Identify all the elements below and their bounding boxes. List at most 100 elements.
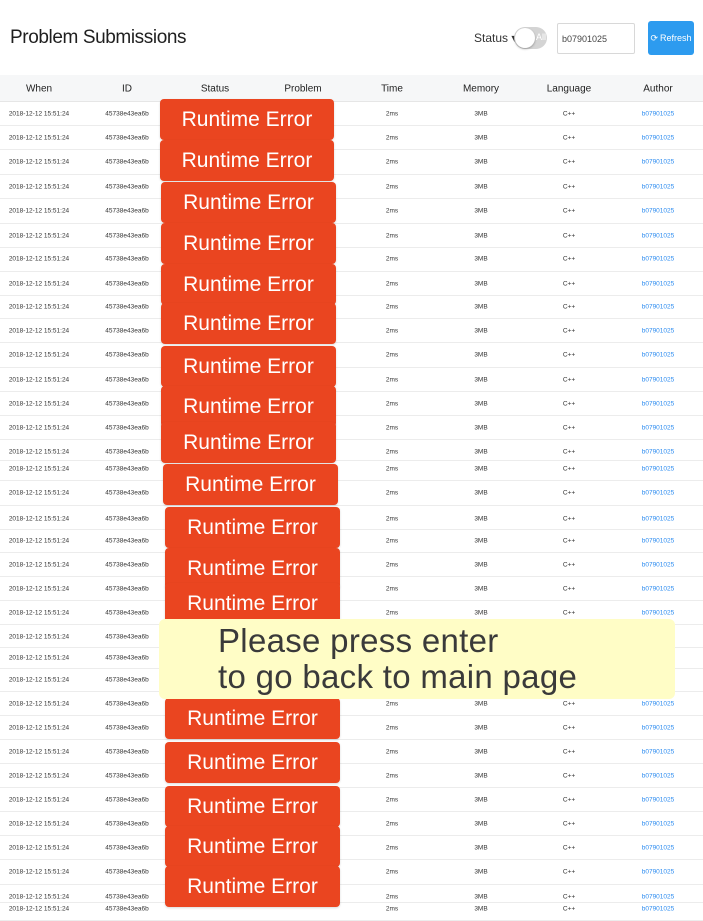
cell-when: 2018-12-12 15:51:24 xyxy=(8,724,70,732)
table-row[interactable]: 2018-12-12 15:51:24 45738e43ea6b 2ms 3MB C++… xyxy=(0,860,703,885)
cell-language: C++ xyxy=(562,465,576,473)
cell-id: 45738e43ea6b xyxy=(105,515,149,523)
author-link[interactable]: b07901025 xyxy=(642,184,675,191)
table-row[interactable]: 2018-12-12 15:51:24 45738e43ea6b 2ms 3MB C++… xyxy=(0,530,703,553)
cell-time: 2ms xyxy=(385,207,399,215)
author-link[interactable]: b07901025 xyxy=(642,466,675,473)
table-row[interactable]: 2018-12-12 15:51:24 45738e43ea6b 2ms 3MB C++… xyxy=(0,296,703,319)
table-row[interactable]: 2018-12-12 15:51:24 45738e43ea6b 2ms 3MB C++… xyxy=(0,788,703,812)
table-row[interactable]: 2018-12-12 15:51:24 45738e43ea6b 2ms 3MB C++… xyxy=(0,903,703,921)
cell-id: 45738e43ea6b xyxy=(105,537,149,545)
cell-when: 2018-12-12 15:51:24 xyxy=(8,820,70,828)
cell-time: 2ms xyxy=(385,796,399,804)
table-row[interactable]: 2018-12-12 15:51:24 45738e43ea6b 2ms 3MB C++… xyxy=(0,885,703,903)
author-link[interactable]: b07901025 xyxy=(642,610,675,617)
refresh-button[interactable]: ⟳ Refresh xyxy=(648,21,694,55)
author-link[interactable]: b07901025 xyxy=(642,377,675,384)
author-link[interactable]: b07901025 xyxy=(642,538,675,545)
table-row[interactable]: 2018-12-12 15:51:24 45738e43ea6b 2ms 3MB C++… xyxy=(0,175,703,199)
author-link[interactable]: b07901025 xyxy=(642,135,675,142)
author-link[interactable]: b07901025 xyxy=(642,725,675,732)
table-row[interactable]: 2018-12-12 15:51:24 45738e43ea6b 2ms 3MB C++… xyxy=(0,461,703,481)
author-link[interactable]: b07901025 xyxy=(642,352,675,359)
author-link[interactable]: b07901025 xyxy=(642,773,675,780)
author-link[interactable]: b07901025 xyxy=(642,516,675,523)
table-row[interactable]: 2018-12-12 15:51:24 45738e43ea6b 2ms 3MB C++… xyxy=(0,416,703,440)
author-link[interactable]: b07901025 xyxy=(642,586,675,593)
cell-when: 2018-12-12 15:51:24 xyxy=(8,134,70,142)
author-search-input[interactable] xyxy=(557,23,635,54)
toggle-label: All xyxy=(536,32,547,42)
cell-memory: 3MB xyxy=(474,844,488,852)
author-link[interactable]: b07901025 xyxy=(642,208,675,215)
cell-language: C++ xyxy=(562,400,576,408)
author-link[interactable]: b07901025 xyxy=(642,233,675,240)
author-link[interactable]: b07901025 xyxy=(642,401,675,408)
status-filter-dropdown[interactable]: Status ▾ xyxy=(474,31,517,45)
table-row[interactable]: 2018-12-12 15:51:24 45738e43ea6b 2ms 3MB C++… xyxy=(0,716,703,740)
table-row[interactable]: 2018-12-12 15:51:24 45738e43ea6b 2ms 3MB C++… xyxy=(0,343,703,368)
cell-id: 45738e43ea6b xyxy=(105,303,149,311)
table-row[interactable]: 2018-12-12 15:51:24 45738e43ea6b 2ms 3MB C++… xyxy=(0,368,703,392)
cell-id: 45738e43ea6b xyxy=(105,844,149,852)
author-link[interactable]: b07901025 xyxy=(642,490,675,497)
cell-language: C++ xyxy=(562,609,576,617)
cell-id: 45738e43ea6b xyxy=(105,905,149,913)
table-row[interactable]: 2018-12-12 15:51:24 45738e43ea6b 2ms 3MB C++… xyxy=(0,224,703,248)
cell-memory: 3MB xyxy=(474,465,488,473)
author-link[interactable]: b07901025 xyxy=(642,159,675,166)
cell-id: 45738e43ea6b xyxy=(105,351,149,359)
author-link[interactable]: b07901025 xyxy=(642,256,675,263)
author-link[interactable]: b07901025 xyxy=(642,869,675,876)
cell-when: 2018-12-12 15:51:24 xyxy=(8,376,70,384)
status-all-toggle[interactable]: All xyxy=(514,27,547,49)
runtime-error-badge: Runtime Error xyxy=(161,346,336,387)
cell-id: 45738e43ea6b xyxy=(105,654,149,662)
table-row[interactable]: 2018-12-12 15:51:24 45738e43ea6b 2ms 3MB C++… xyxy=(0,248,703,272)
table-row[interactable]: 2018-12-12 15:51:24 45738e43ea6b 2ms 3MB C++… xyxy=(0,553,703,577)
table-row[interactable]: 2018-12-12 15:51:24 45738e43ea6b 2ms 3MB C++… xyxy=(0,506,703,530)
author-link[interactable]: b07901025 xyxy=(642,701,675,708)
author-link[interactable]: b07901025 xyxy=(642,304,675,311)
table-row[interactable]: 2018-12-12 15:51:24 45738e43ea6b 2ms 3MB C++… xyxy=(0,319,703,343)
table-row[interactable]: 2018-12-12 15:51:24 45738e43ea6b 2ms 3MB C++… xyxy=(0,102,703,126)
cell-time: 2ms xyxy=(385,232,399,240)
table-row[interactable]: 2018-12-12 15:51:24 45738e43ea6b 2ms 3MB C++… xyxy=(0,126,703,150)
author-link[interactable]: b07901025 xyxy=(642,449,675,456)
cell-memory: 3MB xyxy=(474,255,488,263)
cell-time: 2ms xyxy=(385,327,399,335)
cell-time: 2ms xyxy=(385,724,399,732)
author-link[interactable]: b07901025 xyxy=(642,894,675,901)
table-row[interactable]: 2018-12-12 15:51:24 45738e43ea6b 2ms 3MB C++… xyxy=(0,272,703,296)
cell-memory: 3MB xyxy=(474,158,488,166)
author-link[interactable]: b07901025 xyxy=(642,562,675,569)
table-row[interactable]: 2018-12-12 15:51:24 45738e43ea6b 2ms 3MB C++… xyxy=(0,392,703,416)
table-row[interactable]: 2018-12-12 15:51:24 45738e43ea6b 2ms 3MB C++… xyxy=(0,481,703,506)
table-row[interactable]: 2018-12-12 15:51:24 45738e43ea6b 2ms 3MB C++… xyxy=(0,440,703,461)
cell-time: 2ms xyxy=(385,351,399,359)
author-link[interactable]: b07901025 xyxy=(642,425,675,432)
cell-time: 2ms xyxy=(385,158,399,166)
table-row[interactable]: 2018-12-12 15:51:24 45738e43ea6b 2ms 3MB C++… xyxy=(0,764,703,788)
page-title: Problem Submissions xyxy=(10,27,187,48)
refresh-label: Refresh xyxy=(660,33,692,43)
table-row[interactable]: 2018-12-12 15:51:24 45738e43ea6b 2ms 3MB C++… xyxy=(0,836,703,860)
table-row[interactable]: 2018-12-12 15:51:24 45738e43ea6b 2ms 3MB C++… xyxy=(0,812,703,836)
table-row[interactable]: 2018-12-12 15:51:24 45738e43ea6b 2ms 3MB C++… xyxy=(0,577,703,601)
runtime-error-badge: Runtime Error xyxy=(160,140,334,181)
cell-when: 2018-12-12 15:51:24 xyxy=(8,748,70,756)
table-row[interactable]: 2018-12-12 15:51:24 45738e43ea6b 2ms 3MB C++… xyxy=(0,150,703,175)
author-link[interactable]: b07901025 xyxy=(642,749,675,756)
author-link[interactable]: b07901025 xyxy=(642,845,675,852)
table-row[interactable]: 2018-12-12 15:51:24 45738e43ea6b 2ms 3MB C++… xyxy=(0,199,703,224)
cell-when: 2018-12-12 15:51:24 xyxy=(8,327,70,335)
author-link[interactable]: b07901025 xyxy=(642,281,675,288)
cell-id: 45738e43ea6b xyxy=(105,280,149,288)
table-row[interactable]: 2018-12-12 15:51:24 45738e43ea6b 2ms 3MB C++… xyxy=(0,740,703,764)
author-link[interactable]: b07901025 xyxy=(642,111,675,118)
author-link[interactable]: b07901025 xyxy=(642,328,675,335)
author-link[interactable]: b07901025 xyxy=(642,821,675,828)
author-link[interactable]: b07901025 xyxy=(642,797,675,804)
cell-memory: 3MB xyxy=(474,868,488,876)
author-link[interactable]: b07901025 xyxy=(642,906,675,913)
